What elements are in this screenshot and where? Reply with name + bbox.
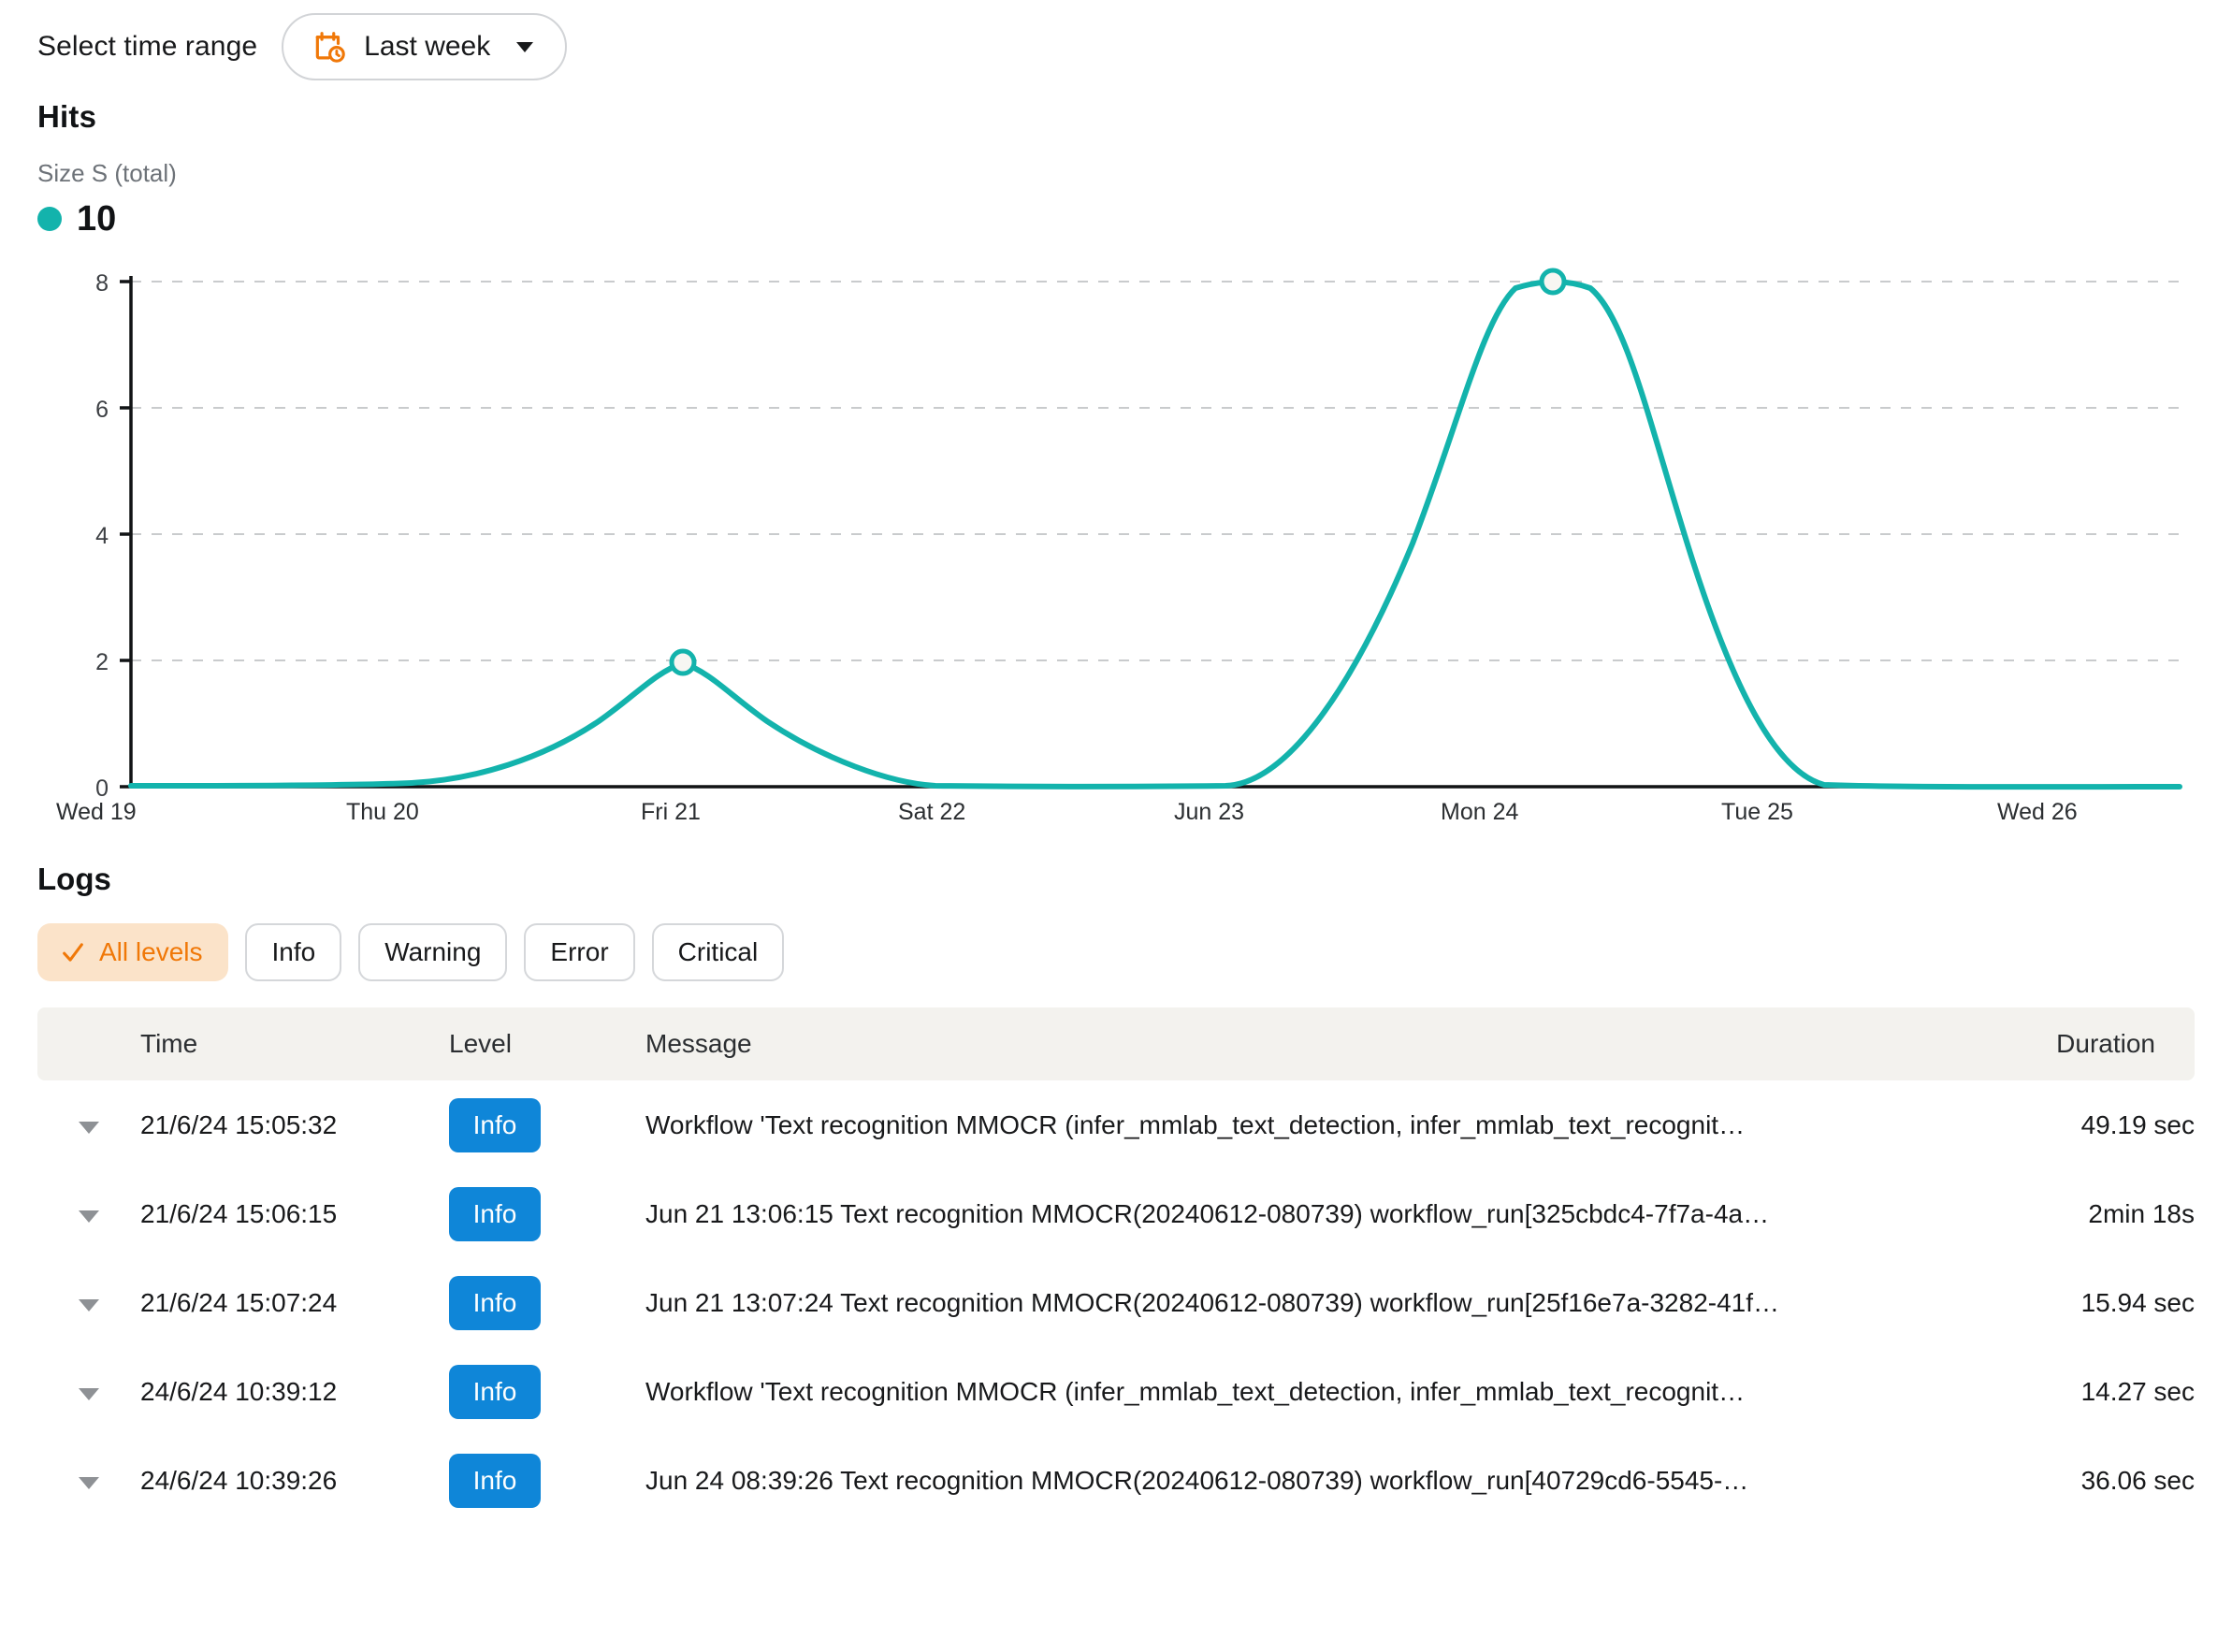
cell-duration: 15.94 sec bbox=[2080, 1287, 2195, 1317]
dashboard-page: Select time range Last week Hits Size S … bbox=[0, 0, 2232, 1652]
status-badge: Info bbox=[449, 1275, 541, 1330]
chevron-down-icon bbox=[516, 41, 534, 52]
metric-legend: 10 bbox=[37, 201, 2195, 237]
expand-row-icon[interactable] bbox=[79, 1387, 99, 1400]
status-badge: Info bbox=[449, 1186, 541, 1241]
calendar-clock-icon bbox=[315, 32, 345, 63]
cell-level: Info bbox=[449, 1258, 645, 1347]
status-badge: Info bbox=[449, 1097, 541, 1152]
row-expand-cell bbox=[37, 1080, 140, 1169]
hits-title: Hits bbox=[37, 99, 97, 134]
series-color-dot bbox=[37, 207, 62, 231]
data-point-mon-24[interactable] bbox=[1539, 268, 1567, 296]
cell-duration: 36.06 sec bbox=[2080, 1465, 2195, 1495]
cell-time: 21/6/24 15:06:15 bbox=[140, 1198, 338, 1228]
filter-chip-label: Warning bbox=[384, 937, 482, 966]
column-header-level[interactable]: Level bbox=[449, 1007, 645, 1080]
cell-level: Info bbox=[449, 1169, 645, 1258]
cell-level: Info bbox=[449, 1080, 645, 1169]
log-level-filters: All levels Info Warning Error Critical bbox=[37, 923, 2195, 981]
filter-chip-warning[interactable]: Warning bbox=[358, 923, 508, 981]
cell-message: Jun 24 08:39:26 Text recognition MMOCR(2… bbox=[645, 1465, 1749, 1495]
filter-chip-info[interactable]: Info bbox=[245, 923, 342, 981]
table-row[interactable]: 24/6/24 10:39:26 Info Jun 24 08:39:26 Te… bbox=[37, 1436, 2195, 1525]
table-row[interactable]: 21/6/24 15:07:24 Info Jun 21 13:07:24 Te… bbox=[37, 1258, 2195, 1347]
chart-gridlines bbox=[131, 281, 2180, 661]
time-range-label: Select time range bbox=[37, 31, 258, 62]
table-row[interactable]: 21/6/24 15:05:32 Info Workflow 'Text rec… bbox=[37, 1080, 2195, 1169]
series-line-size-s bbox=[128, 279, 2182, 790]
cell-message: Jun 21 13:06:15 Text recognition MMOCR(2… bbox=[645, 1198, 1770, 1228]
table-row[interactable]: 21/6/24 15:06:15 Info Jun 21 13:06:15 Te… bbox=[37, 1169, 2195, 1258]
column-header-expand bbox=[37, 1007, 140, 1080]
xtick-wed-26: Wed 26 bbox=[1997, 799, 2078, 825]
column-header-time[interactable]: Time bbox=[140, 1007, 449, 1080]
filter-chip-error[interactable]: Error bbox=[524, 923, 635, 981]
xtick-sat-22: Sat 22 bbox=[898, 799, 965, 825]
chart-axes bbox=[120, 276, 2180, 789]
filter-chip-label: Error bbox=[550, 937, 609, 966]
metric-name: Size S (total) bbox=[37, 159, 177, 187]
xtick-tue-25: Tue 25 bbox=[1721, 799, 1793, 825]
status-badge: Info bbox=[449, 1453, 541, 1508]
hits-line-chart-svg: 8 6 4 2 0 Wed 19 Thu 20 Fri 21 Sat 22 Ju… bbox=[56, 268, 2182, 825]
ytick-6: 6 bbox=[95, 397, 109, 423]
cell-duration: 14.27 sec bbox=[2080, 1376, 2195, 1406]
xtick-thu-20: Thu 20 bbox=[346, 799, 419, 825]
row-expand-cell bbox=[37, 1347, 140, 1436]
logs-table: Time Level Message Duration 21/6/24 15:0… bbox=[37, 1007, 2195, 1525]
cell-level: Info bbox=[449, 1436, 645, 1525]
filter-chip-critical[interactable]: Critical bbox=[651, 923, 785, 981]
expand-row-icon[interactable] bbox=[79, 1210, 99, 1223]
ytick-8: 8 bbox=[95, 270, 109, 297]
filter-chip-label: All levels bbox=[99, 937, 203, 966]
ytick-2: 2 bbox=[95, 649, 109, 675]
cell-time: 24/6/24 10:39:26 bbox=[140, 1465, 338, 1495]
time-range-value: Last week bbox=[364, 31, 491, 62]
ytick-4: 4 bbox=[95, 523, 109, 549]
chart-data-markers bbox=[669, 268, 1567, 676]
time-range-bar: Select time range Last week bbox=[37, 0, 2195, 80]
expand-row-icon[interactable] bbox=[79, 1298, 99, 1311]
cell-time: 21/6/24 15:07:24 bbox=[140, 1287, 338, 1317]
metric-value: 10 bbox=[77, 199, 117, 239]
xtick-jun-23: Jun 23 bbox=[1174, 799, 1244, 825]
cell-time: 21/6/24 15:05:32 bbox=[140, 1109, 338, 1139]
cell-time: 24/6/24 10:39:12 bbox=[140, 1376, 338, 1406]
column-header-message[interactable]: Message bbox=[645, 1007, 1914, 1080]
table-header-row: Time Level Message Duration bbox=[37, 1007, 2195, 1080]
filter-chip-all-levels[interactable]: All levels bbox=[37, 923, 229, 981]
row-expand-cell bbox=[37, 1258, 140, 1347]
time-range-dropdown[interactable]: Last week bbox=[282, 13, 568, 80]
xtick-mon-24: Mon 24 bbox=[1441, 799, 1518, 825]
column-header-duration[interactable]: Duration bbox=[1914, 1007, 2195, 1080]
chart-y-axis-labels: 8 6 4 2 0 bbox=[95, 270, 109, 802]
hits-chart: 8 6 4 2 0 Wed 19 Thu 20 Fri 21 Sat 22 Ju… bbox=[37, 263, 2195, 852]
expand-row-icon[interactable] bbox=[79, 1476, 99, 1489]
cell-message: Jun 21 13:07:24 Text recognition MMOCR(2… bbox=[645, 1287, 1780, 1317]
table-row[interactable]: 24/6/24 10:39:12 Info Workflow 'Text rec… bbox=[37, 1347, 2195, 1436]
cell-message: Workflow 'Text recognition MMOCR (infer_… bbox=[645, 1376, 1746, 1406]
filter-chip-label: Info bbox=[271, 937, 316, 966]
row-expand-cell bbox=[37, 1436, 140, 1525]
chart-x-axis-labels: Wed 19 Thu 20 Fri 21 Sat 22 Jun 23 Mon 2… bbox=[56, 799, 2078, 825]
cell-duration: 2min 18s bbox=[2088, 1198, 2195, 1228]
cell-level: Info bbox=[449, 1347, 645, 1436]
data-point-fri-21[interactable] bbox=[669, 648, 697, 676]
ytick-0: 0 bbox=[95, 775, 109, 802]
check-icon bbox=[63, 943, 83, 962]
cell-message: Workflow 'Text recognition MMOCR (infer_… bbox=[645, 1109, 1746, 1139]
logs-title: Logs bbox=[37, 862, 111, 896]
row-expand-cell bbox=[37, 1169, 140, 1258]
xtick-fri-21: Fri 21 bbox=[641, 799, 701, 825]
expand-row-icon[interactable] bbox=[79, 1121, 99, 1134]
cell-duration: 49.19 sec bbox=[2080, 1109, 2195, 1139]
filter-chip-label: Critical bbox=[677, 937, 759, 966]
xtick-wed-19: Wed 19 bbox=[56, 799, 137, 825]
status-badge: Info bbox=[449, 1364, 541, 1419]
